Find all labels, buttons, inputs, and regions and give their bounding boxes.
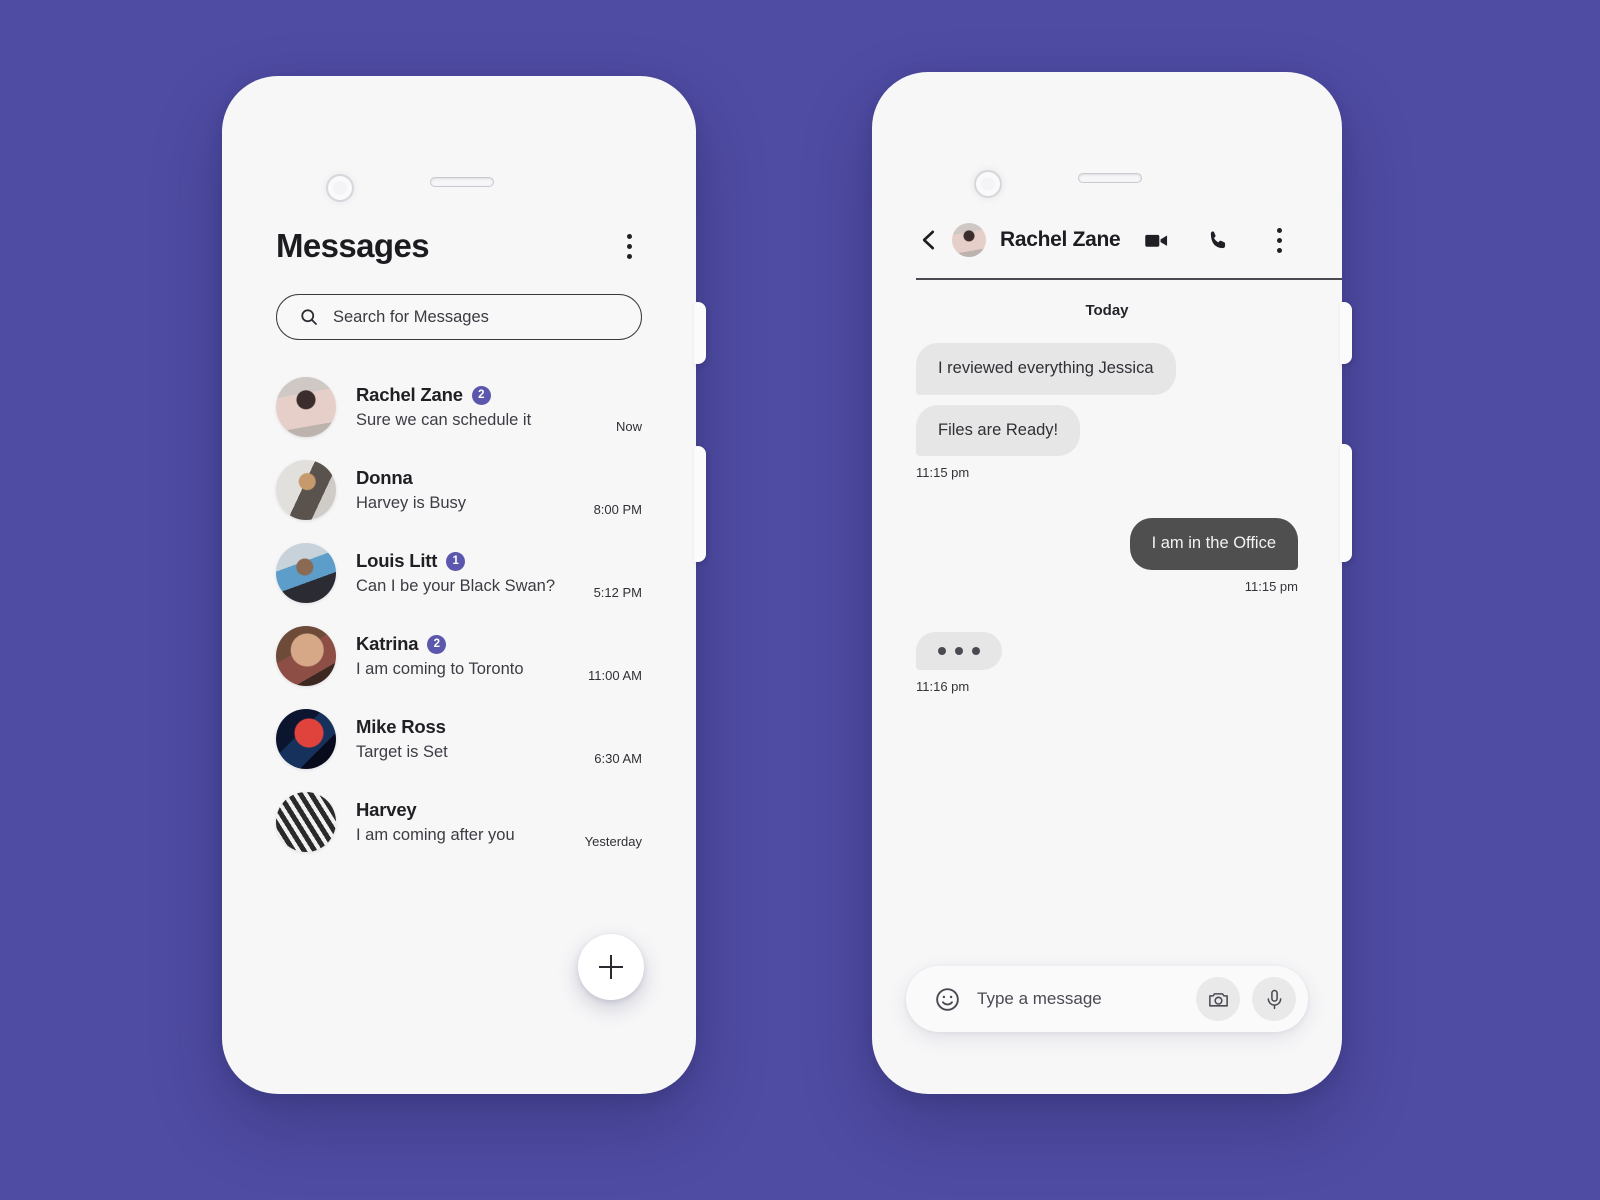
contact-name: Rachel Zane [356,384,463,405]
video-camera-icon[interactable] [1143,227,1170,254]
timestamp: 11:15 pm [1244,578,1298,594]
timestamp: 11:00 AM [588,668,642,683]
message-preview: Sure we can schedule it [356,411,532,429]
smiley-face-icon[interactable] [934,986,961,1013]
chat-header-actions [1143,222,1292,259]
avatar [276,460,336,520]
search-area: Search for Messages [222,274,696,340]
list-item[interactable]: Katrina 2 I am coming to Toronto 11:00 A… [276,615,642,698]
phone-call-icon[interactable] [1206,228,1231,253]
typing-indicator [916,631,1002,670]
message-row: Files are Ready! [916,404,1298,457]
timestamp: 5:12 PM [593,585,642,600]
avatar[interactable] [952,223,986,257]
list-item[interactable]: Harvey I am coming after you Yesterday [276,781,642,864]
unread-badge: 1 [446,551,466,571]
message-bubble-incoming[interactable]: I reviewed everything Jessica [916,343,1176,395]
timestamp: 8:00 PM [593,502,642,517]
timestamp: 11:16 pm [916,678,970,694]
message-preview: Can I be your Black Swan? [356,577,556,595]
avatar [276,626,336,686]
list-item[interactable]: Rachel Zane 2 Sure we can schedule it No… [276,366,642,449]
contact-name: Harvey [356,799,417,820]
message-preview: Target is Set [356,743,448,761]
timestamp: Now [615,419,642,434]
front-camera-icon [974,170,1002,198]
contact-name: Mike Ross [356,716,446,737]
chat-header: Rachel Zane [872,214,1342,266]
conversation-list: Rachel Zane 2 Sure we can schedule it No… [222,340,696,864]
canvas: Messages Search for Messages Rachel Zane… [0,0,1600,1200]
day-divider: Today [1085,302,1129,320]
message-row: I reviewed everything Jessica [916,343,1298,395]
list-item[interactable]: Donna Harvey is Busy 8:00 PM [276,449,642,532]
phone-mockup-chat: Rachel Zane Today I reviewed everything [872,72,1352,1094]
message-preview: I am coming after you [356,826,515,844]
timestamp: 6:30 AM [594,751,642,766]
search-placeholder: Search for Messages [333,307,489,326]
message-row [916,631,1298,670]
contact-name: Rachel Zane [1000,228,1121,251]
earpiece-speaker [1078,173,1142,183]
message-bubble-incoming[interactable]: Files are Ready! [916,404,1081,457]
unread-badge: 2 [427,634,447,654]
camera-icon [1208,992,1228,1007]
microphone-button[interactable] [1252,977,1296,1021]
search-icon [301,309,317,325]
chat-screen: Rachel Zane Today I reviewed everything [872,214,1342,1066]
contact-name: Louis Litt [356,550,438,571]
header-divider [916,278,1342,281]
search-input[interactable]: Search for Messages [276,294,642,340]
unread-badge: 2 [471,385,491,405]
message-thread: I reviewed everything Jessica Files are … [872,319,1342,694]
contact-name: Katrina [356,633,419,654]
new-message-button[interactable] [578,934,644,1000]
microphone-icon [1267,989,1281,1009]
list-item[interactable]: Mike Ross Target is Set 6:30 AM [276,698,642,781]
message-preview: Harvey is Busy [356,494,467,512]
front-camera-icon [326,174,354,202]
earpiece-speaker [430,177,494,187]
list-item[interactable]: Louis Litt 1 Can I be your Black Swan? 5… [276,532,642,615]
back-chevron-icon[interactable] [916,227,942,253]
avatar [276,709,336,769]
timestamp: Yesterday [584,834,642,849]
phone-mockup-messages: Messages Search for Messages Rachel Zane… [222,76,706,1094]
contact-name: Donna [356,467,413,488]
avatar [276,377,336,437]
kebab-menu-icon[interactable] [1267,222,1292,259]
message-composer[interactable]: Type a message [906,966,1308,1032]
avatar [276,543,336,603]
message-input-placeholder: Type a message [977,989,1102,1008]
kebab-menu-icon[interactable] [617,228,642,265]
message-row: I am in the Office [916,518,1298,570]
message-bubble-outgoing[interactable]: I am in the Office [1129,518,1298,570]
camera-button[interactable] [1196,977,1240,1021]
page-title: Messages [276,227,430,264]
timestamp: 11:15 pm [916,465,970,481]
messages-header: Messages [222,218,696,274]
message-preview: I am coming to Toronto [356,660,524,678]
avatar [276,792,336,852]
messages-screen: Messages Search for Messages Rachel Zane… [222,218,696,1066]
